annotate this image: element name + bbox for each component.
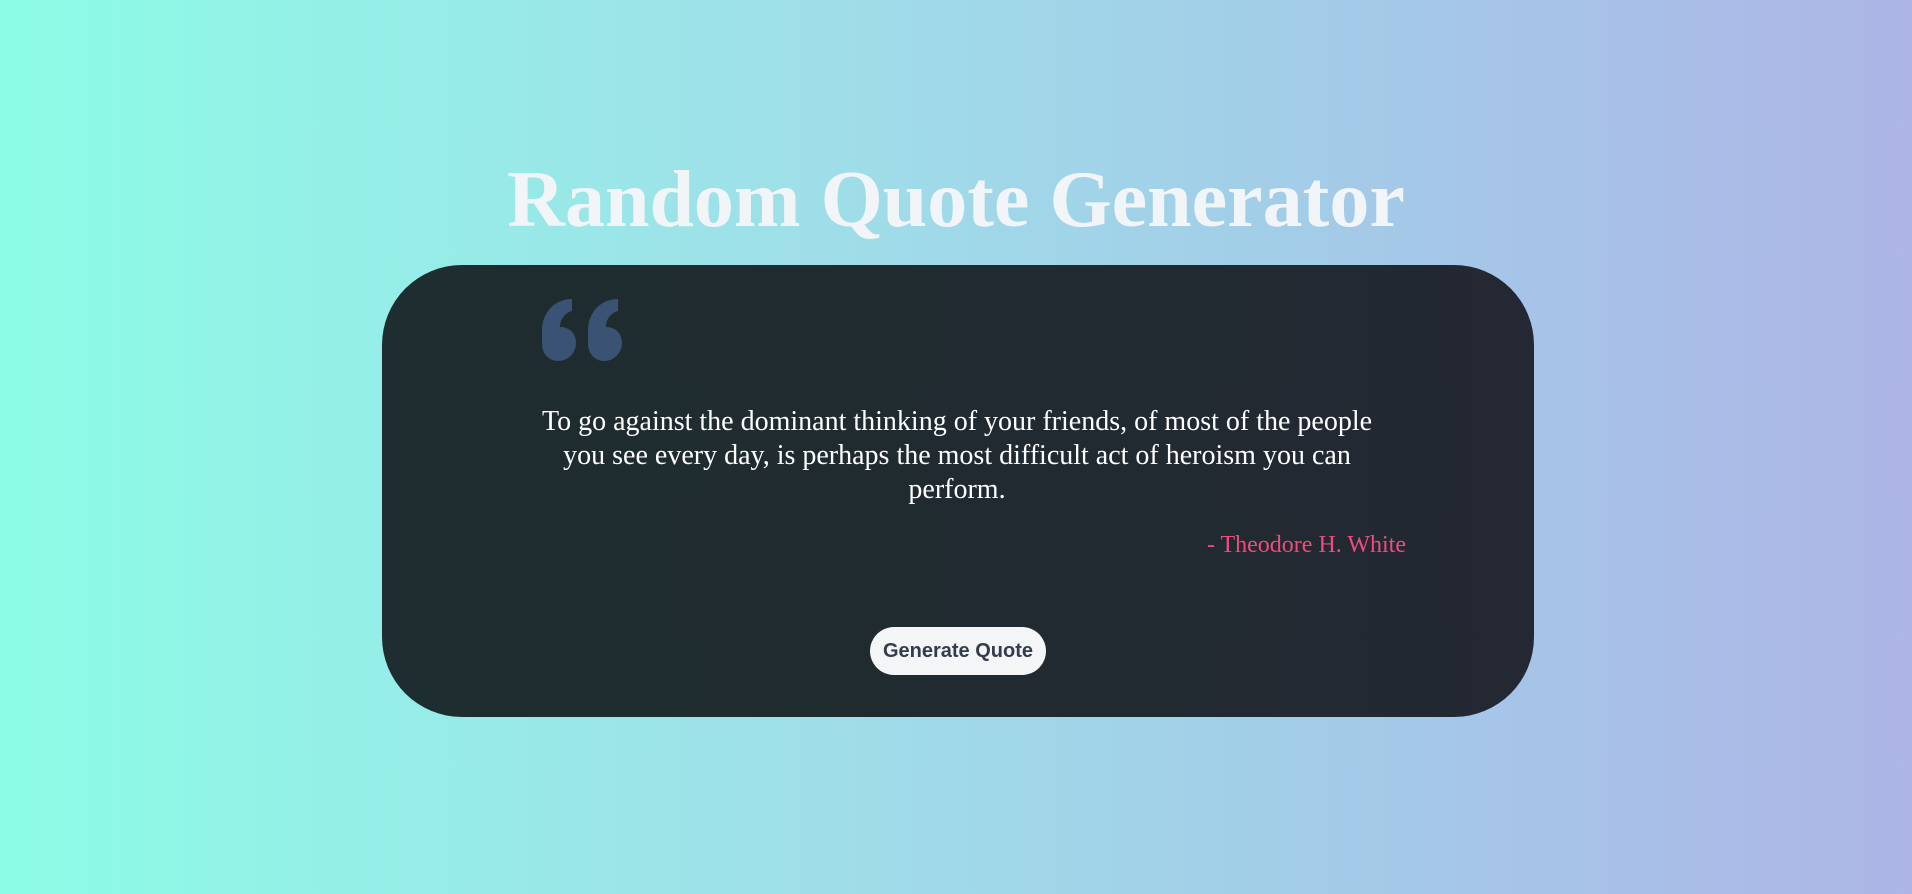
generate-quote-button[interactable]: Generate Quote bbox=[870, 627, 1046, 675]
quote-text: To go against the dominant thinking of y… bbox=[541, 406, 1373, 505]
quote-card: To go against the dominant thinking of y… bbox=[382, 265, 1534, 717]
page-title: Random Quote Generator bbox=[507, 156, 1405, 244]
quote-left-icon bbox=[542, 299, 622, 361]
quote-author: - Theodore H. White bbox=[1206, 532, 1406, 558]
